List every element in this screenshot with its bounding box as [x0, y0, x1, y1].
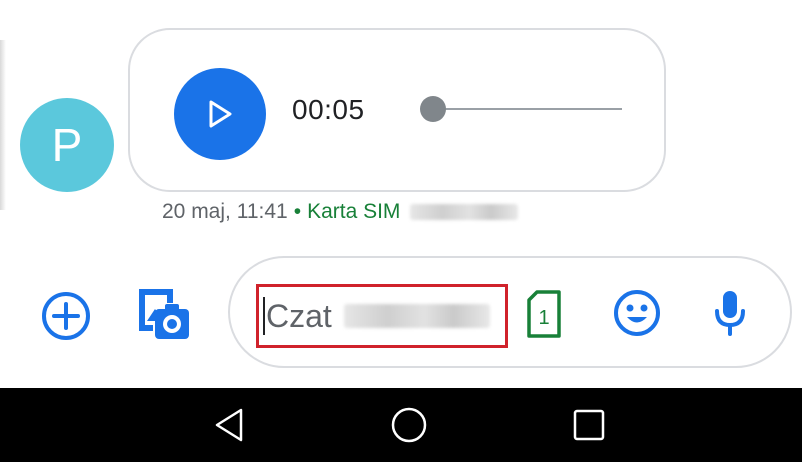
emoji-button[interactable]	[610, 286, 664, 340]
home-circle-icon	[391, 407, 427, 443]
messages-screen: P 00:05 20 maj, 11:41 • Karta SIM Czat 1	[0, 0, 802, 462]
system-navigation-bar	[0, 388, 802, 462]
compose-bar: Czat 1	[228, 256, 792, 368]
placeholder-redacted	[343, 304, 490, 328]
message-timestamp: 20 maj, 11:41	[162, 200, 288, 223]
text-cursor	[263, 297, 265, 335]
meta-separator: •	[293, 200, 302, 223]
sim-select-button[interactable]: 1	[522, 288, 566, 340]
nav-home-button[interactable]	[388, 404, 430, 446]
avatar-letter: P	[51, 119, 83, 171]
gallery-camera-button[interactable]	[132, 284, 194, 346]
add-attachment-button[interactable]	[38, 288, 94, 344]
audio-seek-thumb[interactable]	[420, 96, 446, 122]
message-input[interactable]: Czat	[256, 284, 508, 348]
audio-seek-track[interactable]	[436, 108, 622, 110]
nav-recents-button[interactable]	[568, 404, 610, 446]
message-meta: 20 maj, 11:41 • Karta SIM	[162, 200, 519, 224]
recents-square-icon	[573, 409, 605, 441]
plus-circle-icon	[42, 292, 90, 340]
sim-label: Karta SIM	[307, 200, 401, 223]
nav-back-button[interactable]	[208, 404, 250, 446]
voice-record-button[interactable]	[706, 286, 754, 340]
sim-badge-number: 1	[538, 307, 549, 329]
audio-message-bubble[interactable]: 00:05	[128, 28, 666, 192]
avatar[interactable]: P	[20, 98, 114, 192]
play-icon	[209, 100, 232, 128]
message-input-placeholder: Czat	[266, 297, 332, 334]
smiley-icon	[614, 290, 660, 336]
sim-card-icon: 1	[527, 290, 561, 338]
gallery-camera-icon	[139, 289, 189, 339]
microphone-icon	[715, 291, 745, 336]
play-button[interactable]	[174, 68, 266, 160]
edge-shadow	[0, 40, 6, 210]
sim-name-redacted	[410, 204, 519, 220]
audio-duration: 00:05	[292, 94, 365, 125]
back-triangle-icon	[215, 408, 243, 442]
